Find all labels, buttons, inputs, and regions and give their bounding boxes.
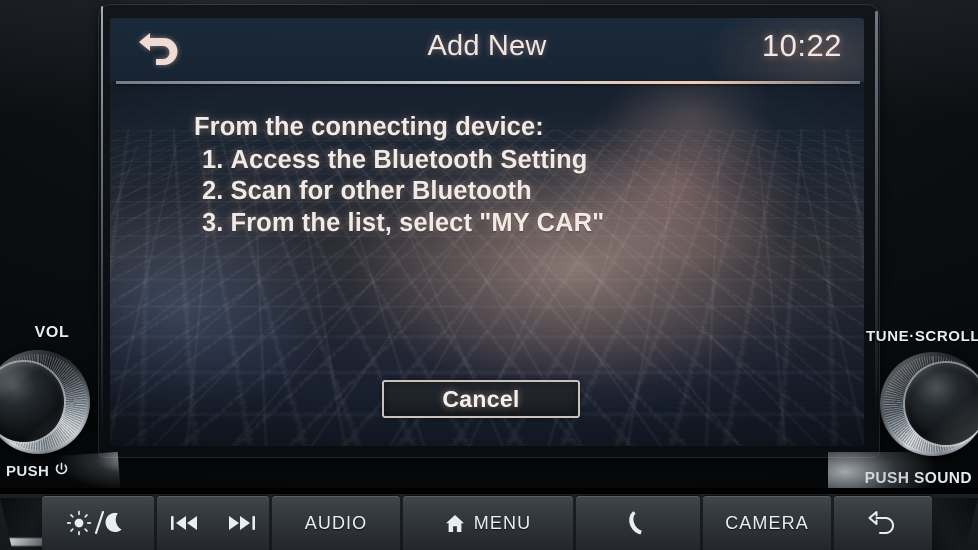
screen-header: Add New 10:22	[110, 18, 864, 82]
hardkey-back-button[interactable]	[834, 496, 932, 550]
tune-scroll-knob-label: TUNE·SCROLL	[866, 328, 978, 345]
instruction-step: 2. Scan for other Bluetooth	[202, 176, 754, 208]
instruction-step: 1. Access the Bluetooth Setting	[202, 145, 754, 177]
volume-knob-label: VOL	[34, 324, 70, 341]
step-number: 3.	[202, 208, 224, 237]
sun-moon-icon	[67, 510, 129, 536]
back-arrow-icon	[868, 511, 898, 535]
camera-button[interactable]: CAMERA	[703, 496, 831, 550]
step-text: Scan for other Bluetooth	[230, 177, 532, 205]
step-text: From the list, select "MY CAR"	[230, 208, 605, 237]
audio-button[interactable]: AUDIO	[272, 496, 400, 550]
volume-knob-group: VOL	[0, 324, 104, 454]
infotainment-screen[interactable]: Add New 10:22 From the connecting device…	[110, 18, 864, 446]
instruction-steps: 1. Access the Bluetooth Setting 2. Scan …	[194, 145, 754, 240]
instruction-lead: From the connecting device:	[194, 113, 544, 141]
step-number: 1.	[202, 145, 224, 174]
header-separator	[116, 81, 860, 84]
knob-face	[905, 363, 978, 445]
menu-button[interactable]: MENU	[403, 496, 573, 550]
phone-button[interactable]	[576, 496, 700, 550]
volume-push-label: PUSH	[6, 463, 50, 480]
phone-icon	[626, 510, 650, 536]
step-number: 2.	[202, 177, 224, 205]
audio-button-label: AUDIO	[304, 512, 368, 533]
instruction-step: 3. From the list, select "MY CAR"	[202, 208, 754, 240]
menu-button-label: MENU	[473, 512, 532, 533]
instruction-block: From the connecting device: 1. Access th…	[194, 112, 754, 239]
step-text: Access the Bluetooth Setting	[230, 145, 588, 174]
tune-scroll-push-label: PUSH SOUND	[864, 470, 972, 487]
page-title: Add New	[427, 30, 547, 62]
prev-next-track-icon	[170, 513, 256, 533]
clock-display: 10:22	[761, 28, 842, 63]
hardkey-bar-inner: AUDIO MENU CAMERA	[42, 496, 932, 550]
camera-button-label: CAMERA	[725, 512, 809, 533]
cancel-button-label: Cancel	[442, 385, 520, 412]
hardkey-bar: AUDIO MENU CAMERA	[0, 488, 978, 550]
home-icon	[445, 514, 465, 533]
day-night-button[interactable]	[42, 496, 154, 550]
cancel-button[interactable]: Cancel	[382, 380, 580, 418]
tune-scroll-knob[interactable]	[880, 352, 978, 456]
tune-scroll-knob-group: TUNE·SCROLL	[866, 328, 978, 456]
power-icon	[54, 462, 69, 481]
dashboard-panel: Add New 10:22 From the connecting device…	[0, 0, 978, 550]
track-skip-button[interactable]	[157, 496, 269, 550]
volume-push-label-group: PUSH	[6, 462, 116, 481]
volume-knob[interactable]	[0, 350, 90, 454]
